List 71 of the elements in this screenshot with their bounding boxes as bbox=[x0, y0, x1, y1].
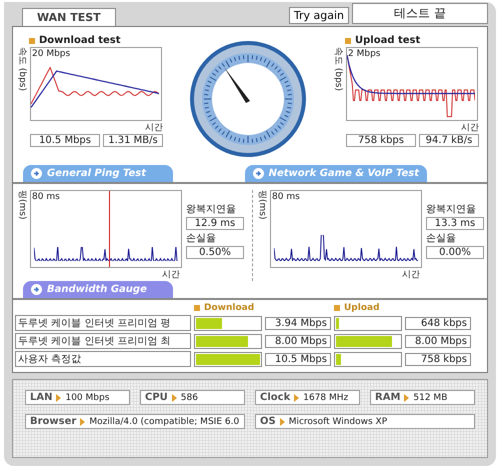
arrow-icon bbox=[252, 168, 264, 179]
info-label: LAN bbox=[30, 392, 52, 403]
max-label: 80 ms bbox=[272, 192, 300, 202]
speed-value: 8.00 Mbps bbox=[405, 334, 471, 348]
speed-readout: 1.31 MB/s bbox=[103, 134, 163, 147]
latency-label: 왕복지연율 bbox=[186, 203, 237, 216]
bullet-icon bbox=[345, 38, 351, 44]
speed-readout: 94.7 kB/s bbox=[419, 134, 479, 147]
loss-value: 0.00% bbox=[426, 246, 484, 259]
info-value: Microsoft Windows XP bbox=[288, 416, 388, 426]
info-label: Browser bbox=[30, 416, 76, 427]
max-label: 20 Mbps bbox=[32, 49, 70, 59]
axis-label: 속도 (bps) bbox=[16, 47, 28, 91]
section-tab[interactable]: Bandwidth Gauge bbox=[23, 281, 173, 298]
axis-label: 시간 bbox=[162, 269, 180, 281]
axis-label: 시간 bbox=[145, 122, 163, 134]
caret-icon bbox=[404, 394, 410, 402]
loss-label: 손실율 bbox=[426, 232, 457, 245]
caret-icon bbox=[56, 394, 62, 402]
try-again-button[interactable]: Try again bbox=[288, 7, 349, 24]
info-value: 1678 MHz bbox=[303, 392, 348, 402]
caret-icon bbox=[172, 394, 177, 402]
arrow-icon bbox=[31, 168, 42, 179]
column-header: Download bbox=[204, 303, 254, 313]
latency-label: 왕복지연율 bbox=[426, 203, 477, 216]
info-value: 512 MB bbox=[413, 392, 448, 402]
axis-label: 핑(ms) bbox=[16, 190, 28, 220]
caret-icon bbox=[80, 418, 86, 426]
latency-value: 13.3 ms bbox=[426, 217, 484, 230]
info-label: OS bbox=[260, 416, 276, 427]
max-label: 80 ms bbox=[32, 192, 60, 202]
arrow-icon bbox=[31, 284, 42, 295]
connection-name: 두루넷 케이블 인터넷 프리미엄 평 bbox=[15, 315, 191, 331]
info-label: RAM bbox=[375, 392, 400, 403]
section-tab[interactable]: Network Game & VoIP Test bbox=[244, 165, 427, 182]
axis-label: 시간 bbox=[461, 122, 479, 134]
tab[interactable]: WAN TEST bbox=[22, 8, 116, 26]
latency-value: 12.9 ms bbox=[186, 217, 244, 230]
loss-value: 0.50% bbox=[186, 246, 244, 259]
connection-name: 사용자 측정값 bbox=[15, 351, 191, 367]
status-field: 테스트 끝 bbox=[352, 3, 488, 24]
axis-label: 핑(ms) bbox=[256, 190, 268, 220]
column-header: Upload bbox=[344, 303, 380, 313]
speed-value: 3.94 Mbps bbox=[265, 316, 331, 330]
bullet-icon bbox=[194, 305, 200, 311]
speed-value: 8.00 Mbps bbox=[265, 334, 331, 348]
info-value: 586 bbox=[180, 392, 198, 402]
caret-icon bbox=[294, 394, 300, 402]
max-label: 2 Mbps bbox=[348, 49, 380, 59]
info-value: Mozilla/4.0 (compatible; MSIE 6.0 bbox=[89, 416, 240, 426]
caret-icon bbox=[280, 418, 285, 426]
bullet-icon bbox=[29, 38, 35, 44]
info-label: Clock bbox=[260, 392, 290, 403]
section-title: General Ping Test bbox=[47, 168, 146, 179]
axis-label: 시간 bbox=[402, 269, 420, 281]
connection-name: 두루넷 케이블 인터넷 프리미엄 최 bbox=[15, 333, 191, 349]
speed-value: 10.5 Mbps bbox=[265, 352, 331, 366]
speed-readout: 10.5 Mbps bbox=[30, 134, 100, 147]
info-value: 100 Mbps bbox=[65, 392, 110, 402]
loss-label: 손실율 bbox=[186, 232, 217, 245]
axis-label: 속도 (bps) bbox=[332, 47, 344, 91]
section-title: Bandwidth Gauge bbox=[47, 284, 147, 295]
speed-value: 758 kbps bbox=[405, 352, 471, 366]
chart-title: Upload test bbox=[355, 35, 420, 46]
speed-value: 648 kbps bbox=[405, 316, 471, 330]
section-title: Network Game & VoIP Test bbox=[268, 168, 419, 179]
info-label: CPU bbox=[145, 392, 168, 403]
section-tab[interactable]: General Ping Test bbox=[23, 165, 173, 182]
speed-readout: 758 kbps bbox=[346, 134, 416, 147]
chart-title: Download test bbox=[39, 35, 121, 46]
bullet-icon bbox=[334, 305, 340, 311]
